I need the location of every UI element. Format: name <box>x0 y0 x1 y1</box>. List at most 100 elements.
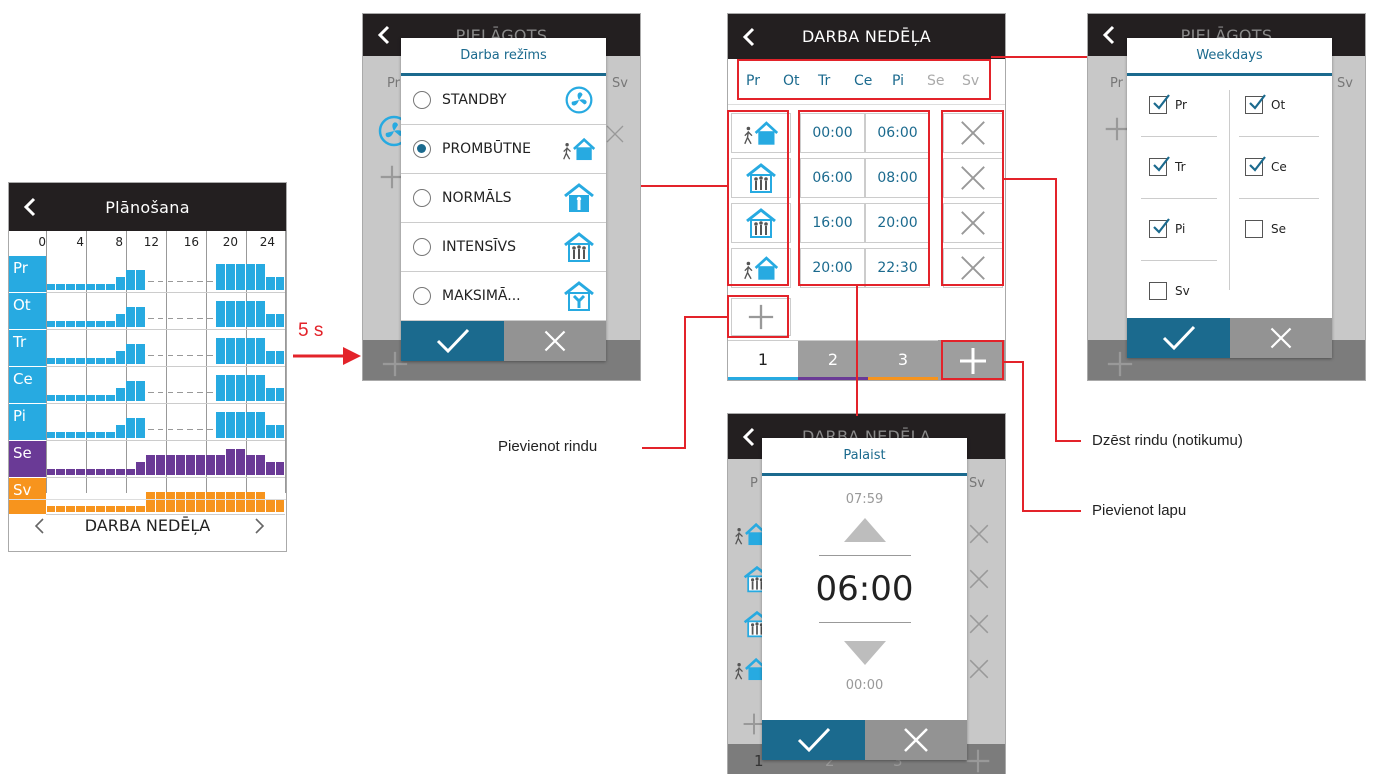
arrow-up-icon[interactable] <box>844 518 886 542</box>
schedule-bar <box>235 449 245 475</box>
checkbox[interactable] <box>1149 156 1170 176</box>
schedule-bar <box>86 358 96 364</box>
day-schedule-row[interactable] <box>46 441 285 478</box>
day-tag-pi[interactable]: Pi <box>9 404 46 440</box>
empty-slot <box>167 392 174 393</box>
day-tag-pr[interactable]: Pr <box>9 256 46 292</box>
weekday-checkbox-ce[interactable]: Ce <box>1245 156 1287 176</box>
weekday-checkbox-tr[interactable]: Tr <box>1149 156 1186 176</box>
empty-slot <box>177 429 184 430</box>
mode-option[interactable]: MAKSIMĀ... <box>401 272 606 321</box>
weekday-checkbox-pr[interactable]: Pr <box>1149 94 1187 114</box>
connector <box>684 316 727 318</box>
callout-box-addrow <box>727 295 789 338</box>
checkbox[interactable] <box>1149 282 1167 300</box>
callout-box-times <box>798 110 930 286</box>
weekday-checkbox-pi[interactable]: Pi <box>1149 218 1186 238</box>
back-icon[interactable] <box>740 27 760 47</box>
weekday-checkbox-se[interactable]: Se <box>1245 220 1286 238</box>
day-schedule-row[interactable] <box>46 256 285 293</box>
empty-slot <box>207 429 214 430</box>
page-tab-label: 1 <box>757 350 769 369</box>
callout-box-days <box>737 59 991 100</box>
schedule-bar <box>56 284 66 290</box>
empty-slot <box>147 281 154 282</box>
schedule-bar <box>96 395 106 401</box>
checkbox-label: Pr <box>1175 98 1187 112</box>
schedule-bar <box>96 432 106 438</box>
schedule-bar <box>215 455 225 475</box>
schedule-bar <box>255 338 265 364</box>
mode-option[interactable]: STANDBY <box>401 76 606 125</box>
checkbox[interactable] <box>1245 156 1266 176</box>
empty-slot <box>187 429 194 430</box>
day-tag-tr[interactable]: Tr <box>9 330 46 366</box>
schedule-bar <box>156 455 165 475</box>
empty-slot <box>167 355 174 356</box>
check-icon <box>1159 323 1199 353</box>
radio-button[interactable] <box>413 189 431 207</box>
schedule-bar <box>106 358 116 364</box>
schedule-bar <box>175 455 185 475</box>
confirm-button[interactable] <box>401 321 504 361</box>
day-schedule-row[interactable] <box>46 293 285 330</box>
mode-option[interactable]: PROMBŪTNE <box>401 125 606 174</box>
connector <box>1004 361 1024 363</box>
day-schedule-row[interactable] <box>46 330 285 367</box>
empty-slot <box>197 355 204 356</box>
schedule-bar <box>86 321 96 327</box>
cancel-button[interactable] <box>1230 318 1332 358</box>
home-person-icon <box>562 183 596 213</box>
schedule-bar <box>116 351 126 364</box>
hour-label: 16 <box>183 235 199 249</box>
confirm-button[interactable] <box>762 720 865 760</box>
day-tag-se[interactable]: Se <box>9 441 46 477</box>
weekday-checkbox-ot[interactable]: Ot <box>1245 94 1285 114</box>
day-tag-ce[interactable]: Ce <box>9 367 46 403</box>
current-time[interactable]: 06:00 <box>762 569 967 609</box>
schedule-bar <box>275 462 285 475</box>
arrow-down-icon[interactable] <box>844 641 886 665</box>
day-schedule-row[interactable] <box>46 367 285 404</box>
schedule-bar <box>126 307 136 327</box>
back-icon[interactable] <box>21 197 41 217</box>
mode-option[interactable]: INTENSĪVS <box>401 223 606 272</box>
schedule-bar <box>245 264 255 290</box>
day-tag-ot[interactable]: Ot <box>9 293 46 329</box>
page-tab-3[interactable]: 3 <box>868 340 938 380</box>
checkbox[interactable] <box>1149 94 1170 114</box>
weekday-checkbox-sv[interactable]: Sv <box>1149 282 1190 300</box>
empty-slot <box>187 318 194 319</box>
confirm-button[interactable] <box>1127 318 1230 358</box>
bg-x-icon <box>968 654 990 684</box>
day-label: Se <box>13 444 32 462</box>
mode-option-label: STANDBY <box>442 92 507 108</box>
radio-button[interactable] <box>413 91 431 109</box>
checkbox[interactable] <box>1149 218 1170 238</box>
schedule-bar <box>116 388 126 401</box>
chevron-right-icon[interactable] <box>252 516 266 536</box>
back-icon[interactable] <box>1100 25 1120 45</box>
schedule-bar <box>166 455 175 475</box>
page-tab-1[interactable]: 1 <box>728 340 798 380</box>
cancel-button[interactable] <box>504 321 606 361</box>
back-icon[interactable] <box>375 25 395 45</box>
mode-option[interactable]: NORMĀLS <box>401 174 606 223</box>
back-icon[interactable] <box>740 427 760 447</box>
checkbox[interactable] <box>1245 220 1263 238</box>
day-schedule-row[interactable] <box>46 404 285 441</box>
schedule-bar <box>46 432 56 438</box>
cancel-button[interactable] <box>865 720 967 760</box>
chevron-left-icon[interactable] <box>33 516 47 536</box>
radio-button[interactable] <box>413 287 431 305</box>
day-label: Ot <box>13 296 31 314</box>
checkbox-label: Pi <box>1175 222 1186 236</box>
checkbox[interactable] <box>1245 94 1266 114</box>
schedule-bar <box>106 432 116 438</box>
radio-button[interactable] <box>413 140 431 158</box>
radio-button[interactable] <box>413 238 431 256</box>
schedule-bar <box>76 395 86 401</box>
schedule-bar <box>46 284 56 290</box>
schedule-bar <box>255 412 265 438</box>
close-icon <box>542 328 568 354</box>
